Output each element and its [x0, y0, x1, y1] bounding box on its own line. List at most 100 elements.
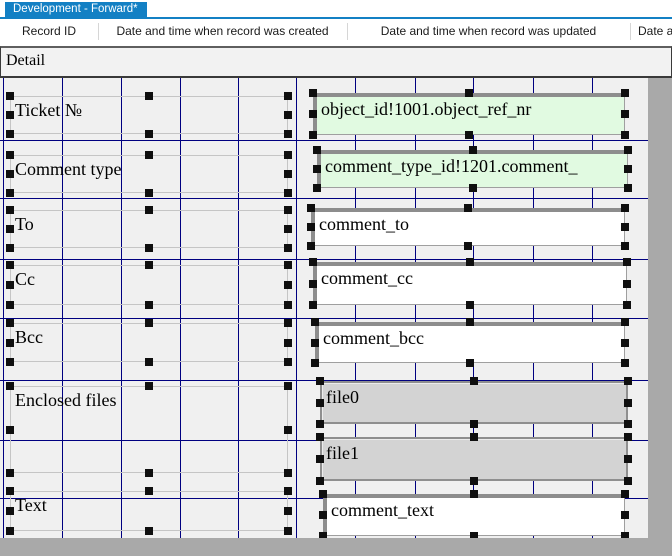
- designer-label-ticket-no[interactable]: Ticket №: [10, 96, 288, 134]
- selection-handle-to[interactable]: [284, 225, 292, 233]
- selection-handle-to[interactable]: [6, 244, 14, 252]
- selection-handle-file0[interactable]: [470, 420, 478, 428]
- selection-handle-comment-type-id[interactable]: [624, 184, 632, 192]
- selection-handle-bcc[interactable]: [284, 319, 292, 327]
- selection-handle-file1[interactable]: [316, 477, 324, 485]
- selection-handle-file0[interactable]: [624, 399, 632, 407]
- selection-handle-comment-type[interactable]: [284, 189, 292, 197]
- selection-handle-to[interactable]: [6, 206, 14, 214]
- selection-handle-comment-to[interactable]: [464, 242, 472, 250]
- selection-handle-bcc[interactable]: [145, 319, 153, 327]
- selection-handle-enclosed-files[interactable]: [284, 382, 292, 390]
- selection-handle-bcc[interactable]: [6, 358, 14, 366]
- designer-label-enclosed-files[interactable]: Enclosed files: [10, 386, 288, 473]
- selection-handle-to[interactable]: [6, 225, 14, 233]
- selection-handle-comment-to[interactable]: [621, 204, 629, 212]
- selection-handle-comment-cc[interactable]: [623, 258, 631, 266]
- selection-handle-comment-type[interactable]: [284, 151, 292, 159]
- selection-handle-to[interactable]: [284, 244, 292, 252]
- selection-handle-file1[interactable]: [624, 433, 632, 441]
- selection-handle-file0[interactable]: [316, 377, 324, 385]
- designer-field-comment-text[interactable]: comment_text: [323, 494, 625, 536]
- selection-handle-comment-cc[interactable]: [623, 301, 631, 309]
- selection-handle-bcc[interactable]: [284, 339, 292, 347]
- selection-handle-file1[interactable]: [316, 455, 324, 463]
- selection-handle-comment-cc[interactable]: [466, 258, 474, 266]
- selection-handle-cc[interactable]: [284, 261, 292, 269]
- selection-handle-enclosed-files[interactable]: [6, 426, 14, 434]
- selection-handle-enclosed-files[interactable]: [284, 426, 292, 434]
- selection-handle-comment-type[interactable]: [6, 189, 14, 197]
- selection-handle-text[interactable]: [145, 487, 153, 495]
- selection-handle-comment-bcc[interactable]: [621, 318, 629, 326]
- selection-handle-cc[interactable]: [145, 261, 153, 269]
- designer-label-comment-type[interactable]: Comment type: [10, 155, 288, 193]
- selection-handle-comment-type-id[interactable]: [469, 184, 477, 192]
- selection-handle-ticket-no[interactable]: [6, 111, 14, 119]
- selection-handle-comment-cc[interactable]: [466, 301, 474, 309]
- selection-handle-comment-text[interactable]: [621, 490, 629, 498]
- selection-handle-text[interactable]: [6, 507, 14, 515]
- designer-field-comment-bcc[interactable]: comment_bcc: [315, 322, 625, 363]
- selection-handle-object-ref-nr[interactable]: [465, 131, 473, 139]
- selection-handle-to[interactable]: [145, 244, 153, 252]
- selection-handle-enclosed-files[interactable]: [6, 382, 14, 390]
- selection-handle-text[interactable]: [284, 487, 292, 495]
- selection-handle-comment-text[interactable]: [319, 511, 327, 519]
- header-column-updated[interactable]: Date and time when record was updated: [347, 19, 630, 44]
- selection-handle-object-ref-nr[interactable]: [465, 89, 473, 97]
- selection-handle-comment-text[interactable]: [470, 490, 478, 498]
- selection-handle-object-ref-nr[interactable]: [309, 131, 317, 139]
- header-column-created[interactable]: Date and time when record was created: [98, 19, 347, 44]
- selection-handle-file0[interactable]: [316, 420, 324, 428]
- selection-handle-text[interactable]: [145, 527, 153, 535]
- header-column-record-id[interactable]: Record ID: [0, 19, 98, 44]
- selection-handle-comment-type[interactable]: [6, 151, 14, 159]
- selection-handle-file0[interactable]: [624, 377, 632, 385]
- selection-handle-comment-cc[interactable]: [623, 280, 631, 288]
- selection-handle-comment-bcc[interactable]: [311, 339, 319, 347]
- selection-handle-comment-bcc[interactable]: [311, 359, 319, 367]
- selection-handle-comment-type-id[interactable]: [624, 146, 632, 154]
- designer-label-text[interactable]: Text: [10, 491, 288, 531]
- selection-handle-cc[interactable]: [145, 301, 153, 309]
- designer-label-bcc[interactable]: Bcc: [10, 323, 288, 362]
- selection-handle-comment-bcc[interactable]: [466, 359, 474, 367]
- selection-handle-bcc[interactable]: [145, 358, 153, 366]
- selection-handle-object-ref-nr[interactable]: [621, 110, 629, 118]
- selection-handle-object-ref-nr[interactable]: [309, 110, 317, 118]
- selection-handle-to[interactable]: [284, 206, 292, 214]
- designer-field-comment-cc[interactable]: comment_cc: [313, 262, 627, 305]
- designer-field-file0[interactable]: file0: [320, 381, 628, 424]
- selection-handle-file1[interactable]: [470, 433, 478, 441]
- selection-handle-enclosed-files[interactable]: [145, 469, 153, 477]
- selection-handle-ticket-no[interactable]: [6, 130, 14, 138]
- selection-handle-comment-to[interactable]: [621, 242, 629, 250]
- selection-handle-ticket-no[interactable]: [284, 111, 292, 119]
- selection-handle-text[interactable]: [6, 487, 14, 495]
- selection-handle-comment-cc[interactable]: [309, 301, 317, 309]
- selection-handle-bcc[interactable]: [284, 358, 292, 366]
- selection-handle-cc[interactable]: [6, 281, 14, 289]
- selection-handle-ticket-no[interactable]: [6, 92, 14, 100]
- selection-handle-comment-cc[interactable]: [309, 280, 317, 288]
- selection-handle-comment-cc[interactable]: [309, 258, 317, 266]
- designer-label-to[interactable]: To: [10, 210, 288, 248]
- designer-field-object-ref-nr[interactable]: object_id!1001.object_ref_nr: [313, 93, 625, 135]
- selection-handle-file1[interactable]: [624, 477, 632, 485]
- selection-handle-comment-type[interactable]: [284, 170, 292, 178]
- selection-handle-text[interactable]: [284, 507, 292, 515]
- selection-handle-bcc[interactable]: [6, 339, 14, 347]
- selection-handle-comment-type-id[interactable]: [469, 146, 477, 154]
- selection-handle-comment-to[interactable]: [307, 242, 315, 250]
- selection-handle-file1[interactable]: [316, 433, 324, 441]
- selection-handle-cc[interactable]: [6, 301, 14, 309]
- designer-label-cc[interactable]: Cc: [10, 265, 288, 305]
- selection-handle-ticket-no[interactable]: [284, 130, 292, 138]
- selection-handle-text[interactable]: [284, 527, 292, 535]
- tab-development-forward[interactable]: Development - Forward*: [5, 2, 147, 17]
- selection-handle-file0[interactable]: [624, 420, 632, 428]
- selection-handle-comment-bcc[interactable]: [311, 318, 319, 326]
- selection-handle-enclosed-files[interactable]: [6, 469, 14, 477]
- selection-handle-comment-type[interactable]: [145, 151, 153, 159]
